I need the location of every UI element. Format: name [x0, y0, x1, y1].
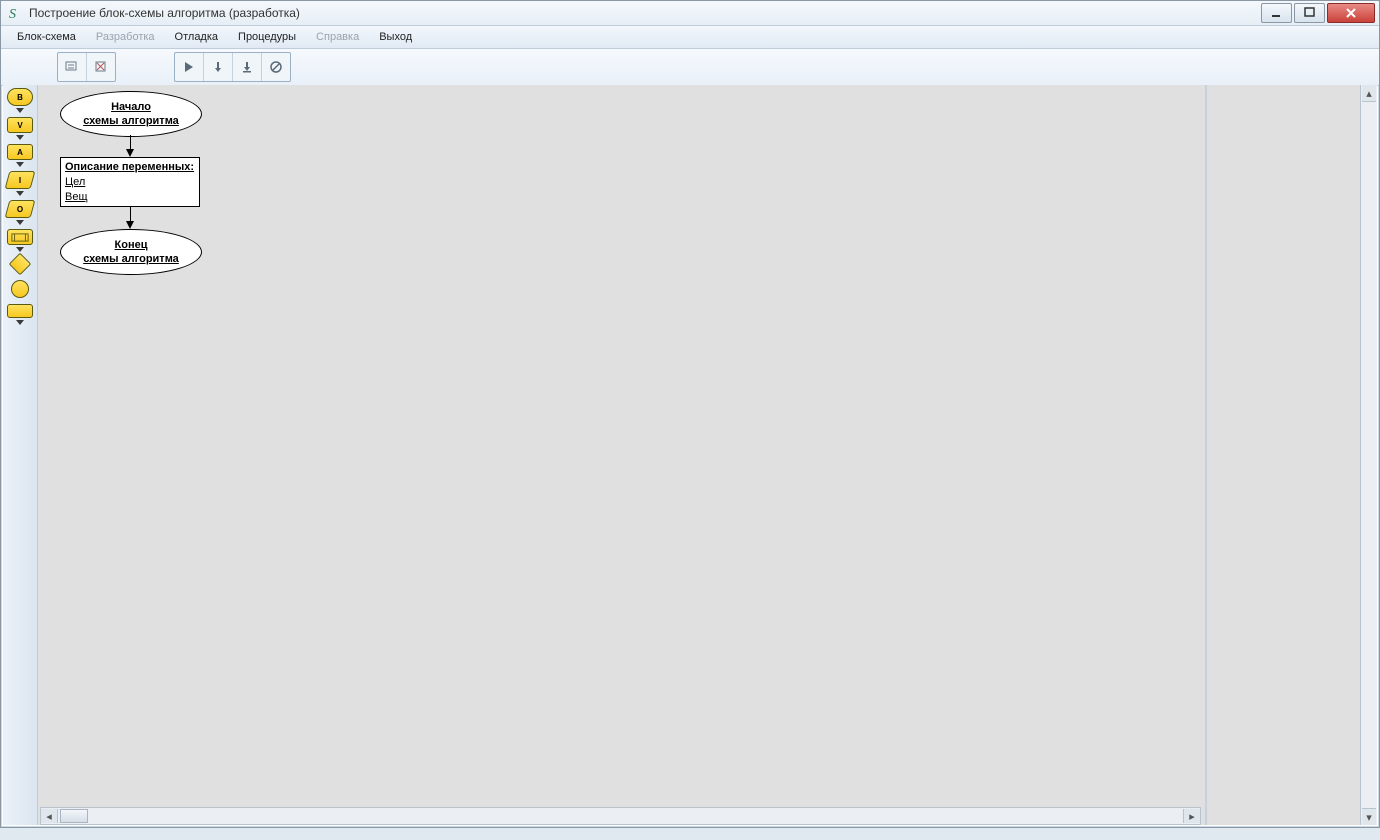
- tool-edit-button[interactable]: [58, 53, 87, 81]
- app-icon: S: [7, 5, 23, 21]
- menu-exit[interactable]: Выход: [369, 28, 422, 46]
- run-button[interactable]: [175, 53, 204, 81]
- palette-arrow-icon: [16, 220, 24, 225]
- window-title: Построение блок-схемы алгоритма (разрабо…: [29, 6, 1261, 20]
- flow-vars-real: Вещ: [65, 190, 195, 205]
- flow-start-line2: схемы алгоритма: [83, 114, 179, 128]
- scroll-thumb[interactable]: [60, 809, 88, 823]
- tool-delete-button[interactable]: [87, 53, 115, 81]
- client-area: B V A I O Начало: [3, 85, 1377, 825]
- stop-button[interactable]: [262, 53, 290, 81]
- palette-output-block-icon[interactable]: O: [5, 200, 36, 218]
- flow-vars-title: Описание переменных:: [65, 160, 195, 175]
- flow-variables-node[interactable]: Описание переменных: Цел Вещ: [60, 157, 200, 207]
- vertical-scrollbar[interactable]: ▴ ▾: [1360, 85, 1377, 825]
- app-window: S Построение блок-схемы алгоритма (разра…: [0, 0, 1380, 828]
- palette-assign-block-icon[interactable]: A: [7, 144, 33, 160]
- palette-arrow-icon: [16, 191, 24, 196]
- palette-terminator-icon[interactable]: B: [7, 88, 33, 106]
- flow-start-node[interactable]: Начало схемы алгоритма: [60, 91, 202, 137]
- palette-decision-block-icon[interactable]: [9, 253, 32, 276]
- block-palette: B V A I O: [3, 85, 38, 825]
- palette-arrow-icon: [16, 135, 24, 140]
- scroll-right-button[interactable]: ▸: [1183, 809, 1200, 823]
- flow-arrow-icon: [126, 221, 134, 229]
- flow-end-node[interactable]: Конец схемы алгоритма: [60, 229, 202, 275]
- step-into-button[interactable]: [204, 53, 233, 81]
- palette-arrow-icon: [16, 320, 24, 325]
- right-panel: ▴ ▾: [1206, 85, 1377, 825]
- tool-group-edit: [57, 52, 116, 82]
- svg-text:S: S: [9, 7, 16, 21]
- tool-group-run: [174, 52, 291, 82]
- minimize-button[interactable]: [1261, 3, 1292, 23]
- menu-help[interactable]: Справка: [306, 28, 369, 46]
- scroll-down-button[interactable]: ▾: [1362, 808, 1376, 825]
- flow-arrow-icon: [126, 149, 134, 157]
- palette-display-block-icon[interactable]: [7, 304, 33, 318]
- flow-start-line1: Начало: [111, 100, 151, 114]
- palette-arrow-icon: [16, 108, 24, 113]
- horizontal-scrollbar[interactable]: ◂ ▸: [40, 807, 1201, 825]
- menu-block-scheme[interactable]: Блок-схема: [7, 28, 86, 46]
- menubar: Блок-схема Разработка Отладка Процедуры …: [1, 26, 1379, 49]
- flow-end-line1: Конец: [115, 238, 148, 252]
- palette-arrow-icon: [16, 247, 24, 252]
- maximize-button[interactable]: [1294, 3, 1325, 23]
- palette-process-block-icon[interactable]: [7, 229, 33, 245]
- menu-debug[interactable]: Отладка: [165, 28, 228, 46]
- toolbar: [1, 49, 1379, 86]
- step-to-button[interactable]: [233, 53, 262, 81]
- palette-arrow-icon: [16, 162, 24, 167]
- palette-variable-block-icon[interactable]: V: [7, 117, 33, 133]
- palette-loop-block-icon[interactable]: [11, 280, 29, 298]
- close-button[interactable]: [1327, 3, 1375, 23]
- canvas-area: Начало схемы алгоритма Описание переменн…: [38, 85, 1206, 825]
- menu-development[interactable]: Разработка: [86, 28, 165, 46]
- flowchart-canvas[interactable]: Начало схемы алгоритма Описание переменн…: [40, 87, 1201, 807]
- scroll-left-button[interactable]: ◂: [41, 809, 58, 823]
- titlebar: S Построение блок-схемы алгоритма (разра…: [1, 1, 1379, 26]
- palette-input-block-icon[interactable]: I: [5, 171, 36, 189]
- scroll-up-button[interactable]: ▴: [1362, 85, 1376, 102]
- flow-end-line2: схемы алгоритма: [83, 252, 179, 266]
- menu-procedures[interactable]: Процедуры: [228, 28, 306, 46]
- flow-vars-int: Цел: [65, 175, 195, 190]
